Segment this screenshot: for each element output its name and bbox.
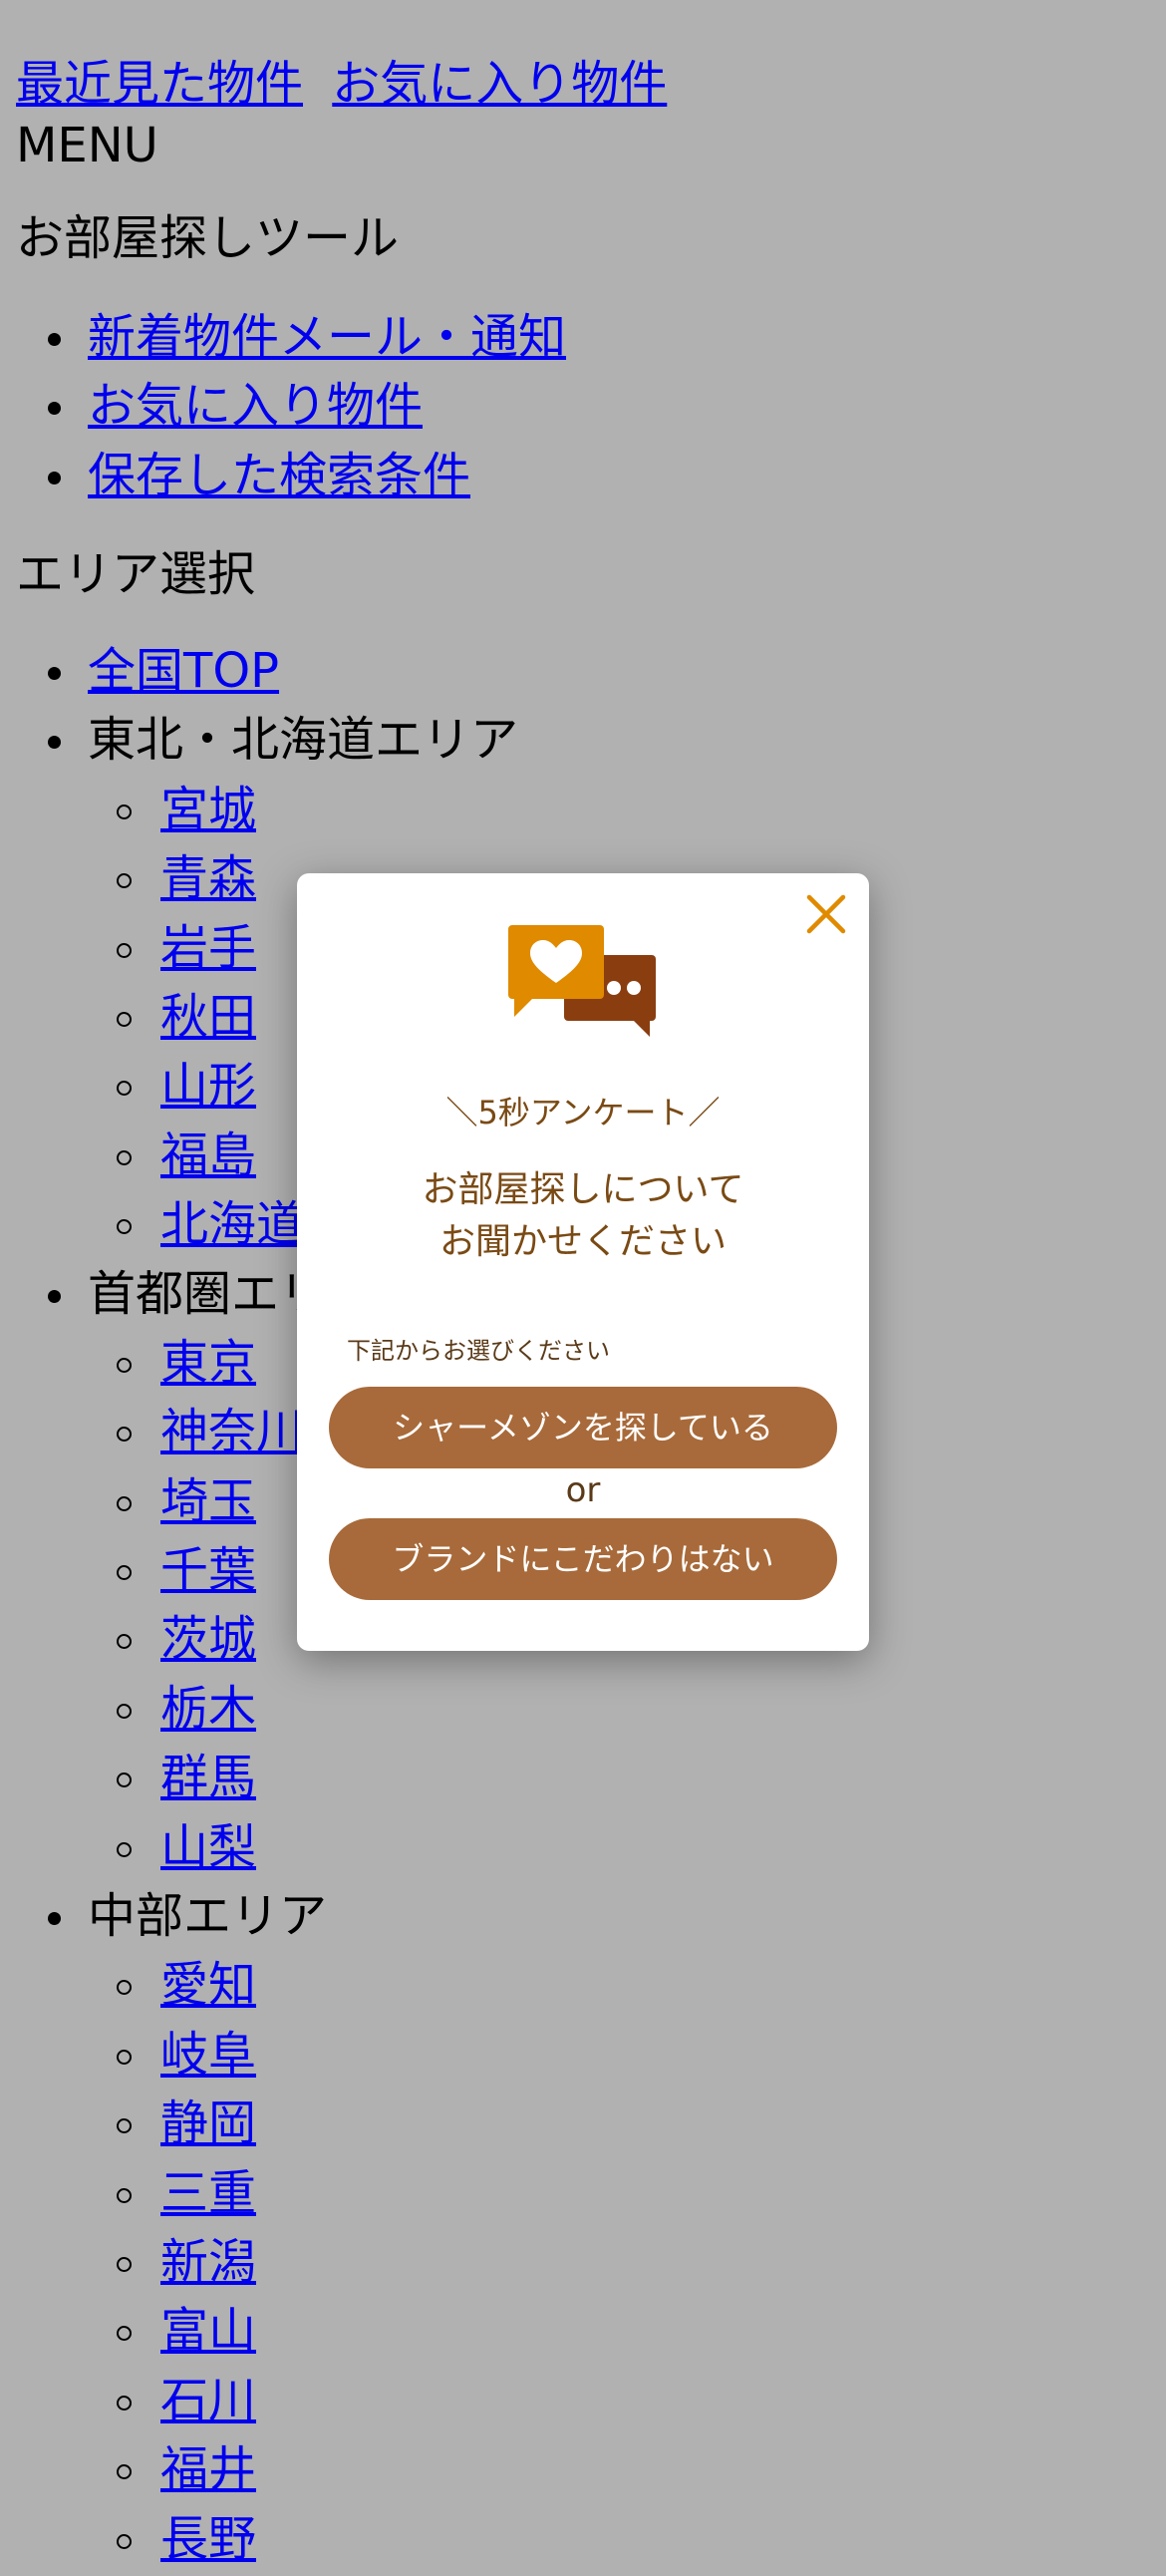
list-item: お気に入り物件	[0, 374, 566, 443]
area-link[interactable]: 静岡	[160, 2095, 256, 2151]
area-link[interactable]: 東京	[160, 1335, 256, 1391]
area-link[interactable]: 山梨	[160, 1819, 256, 1875]
list-item: 三重	[0, 2161, 518, 2230]
area-link[interactable]: 岩手	[160, 920, 256, 976]
list-item: 長野	[0, 2507, 518, 2576]
list-item: 新潟	[0, 2230, 518, 2299]
tool-link-saved-search[interactable]: 保存した検索条件	[88, 448, 470, 503]
area-link[interactable]: 群馬	[160, 1750, 256, 1805]
recent-properties-link[interactable]: 最近見た物件	[16, 56, 303, 112]
chat-heart-icon	[506, 923, 666, 1043]
tools-list: 新着物件メール・通知 お気に入り物件 保存した検索条件	[0, 305, 566, 512]
area-link-national-top[interactable]: 全国TOP	[88, 643, 279, 699]
survey-modal: ＼5秒アンケート／ お部屋探しについて お聞かせください 下記からお選びください…	[297, 873, 869, 1651]
area-link[interactable]: 岐阜	[160, 2027, 256, 2083]
area-link[interactable]: 長野	[160, 2511, 256, 2567]
survey-title-line1: お部屋探しについて	[422, 1169, 744, 1210]
list-item: 全国TOP	[0, 639, 518, 708]
area-link[interactable]: 青森	[160, 850, 256, 906]
area-link[interactable]: 茨城	[160, 1611, 256, 1667]
list-item: 石川	[0, 2369, 518, 2437]
list-item: 栃木	[0, 1677, 518, 1746]
tools-title: お部屋探しツール	[16, 210, 400, 266]
option-no-brand-preference-button[interactable]: ブランドにこだわりはない	[329, 1518, 837, 1600]
list-item: 新着物件メール・通知	[0, 305, 566, 374]
area-group-label: 東北・北海道エリア	[0, 708, 518, 777]
close-icon[interactable]	[797, 885, 855, 943]
area-link[interactable]: 宮城	[160, 782, 256, 837]
area-title: エリア選択	[16, 546, 256, 602]
area-link[interactable]: 愛知	[160, 1957, 256, 2013]
area-link[interactable]: 埼玉	[160, 1473, 256, 1529]
area-link[interactable]: 千葉	[160, 1542, 256, 1598]
list-item: 愛知	[0, 1953, 518, 2022]
area-link[interactable]: 栃木	[160, 1681, 256, 1737]
list-item: 福井	[0, 2437, 518, 2506]
header-links: 最近見た物件 お気に入り物件	[16, 52, 681, 116]
survey-title-line2: お聞かせください	[438, 1221, 727, 1262]
menu-label: MENU	[16, 118, 158, 173]
area-link[interactable]: 神奈川	[160, 1404, 304, 1459]
survey-title: お部屋探しについて お聞かせください	[297, 1164, 869, 1268]
list-item: 山梨	[0, 1815, 518, 1884]
area-link[interactable]: 秋田	[160, 989, 256, 1045]
area-link[interactable]: 北海道	[160, 1196, 304, 1252]
area-link[interactable]: 福島	[160, 1127, 256, 1183]
area-link[interactable]: 山形	[160, 1058, 256, 1114]
choose-label: 下記からお選びください	[347, 1337, 610, 1365]
or-label: or	[565, 1470, 601, 1510]
area-link[interactable]: 福井	[160, 2441, 256, 2497]
area-link[interactable]: 富山	[160, 2303, 256, 2359]
page: 最近見た物件 お気に入り物件 MENU お部屋探しツール 新着物件メール・通知 …	[0, 0, 1166, 2567]
tool-link-new-mail[interactable]: 新着物件メール・通知	[88, 309, 566, 365]
list-item: 富山	[0, 2299, 518, 2368]
option-searching-sha-maison-button[interactable]: シャーメゾンを探している	[329, 1387, 837, 1468]
survey-label: ＼5秒アンケート／	[445, 1094, 721, 1131]
list-item: 保存した検索条件	[0, 444, 566, 512]
area-link[interactable]: 三重	[160, 2165, 256, 2221]
area-link[interactable]: 石川	[160, 2373, 256, 2428]
favorite-properties-link[interactable]: お気に入り物件	[332, 56, 667, 112]
list-item: 群馬	[0, 1746, 518, 1814]
list-item: 岐阜	[0, 2023, 518, 2092]
list-item: 宮城	[0, 778, 518, 846]
list-item: 静岡	[0, 2092, 518, 2160]
tool-link-favorites[interactable]: お気に入り物件	[88, 378, 423, 434]
area-link[interactable]: 新潟	[160, 2234, 256, 2290]
area-group-label: 中部エリア	[0, 1884, 518, 1953]
